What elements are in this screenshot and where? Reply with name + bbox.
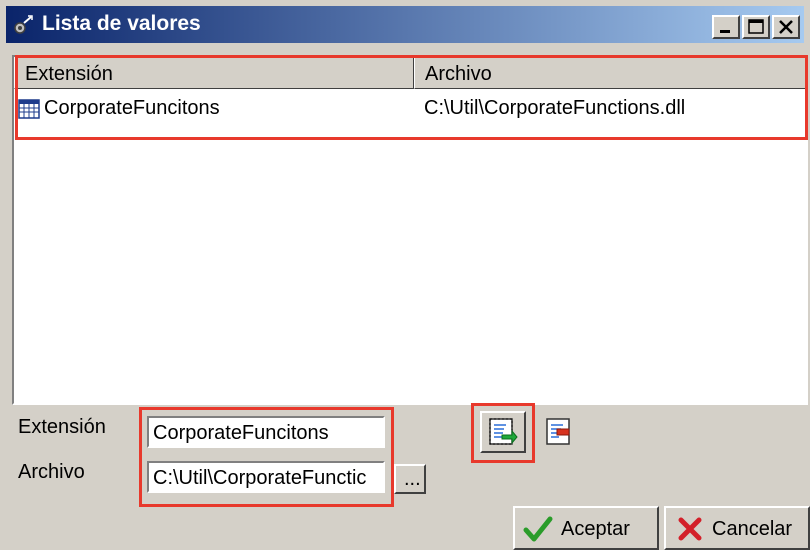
minimize-icon — [720, 30, 730, 33]
minimize-button[interactable] — [712, 15, 740, 39]
cancel-button[interactable]: Cancelar — [664, 506, 810, 550]
accept-button-label: Aceptar — [561, 518, 630, 540]
highlight-form-fields — [139, 407, 394, 507]
dialog-window: Lista de valores Extensión Archivo Corpo… — [0, 0, 810, 550]
close-button[interactable] — [772, 15, 800, 39]
file-label: Archivo — [18, 461, 85, 483]
highlight-list-box — [15, 55, 808, 140]
maximize-button[interactable] — [742, 15, 770, 39]
accept-button[interactable]: Aceptar — [513, 506, 659, 550]
cross-icon — [678, 517, 702, 541]
checkmark-icon — [523, 516, 553, 542]
remove-from-list-button[interactable] — [540, 414, 580, 452]
browse-button[interactable]: ... — [394, 464, 426, 494]
maximize-icon — [748, 19, 764, 34]
browse-button-label: ... — [404, 468, 421, 490]
cancel-button-label: Cancelar — [712, 518, 793, 540]
highlight-add-button — [471, 403, 535, 463]
document-remove-icon — [546, 418, 570, 445]
extension-label: Extensión — [18, 416, 106, 438]
close-icon — [779, 20, 793, 34]
app-icon — [14, 15, 33, 34]
window-title: Lista de valores — [42, 12, 201, 35]
title-bar[interactable]: Lista de valores — [6, 6, 804, 43]
